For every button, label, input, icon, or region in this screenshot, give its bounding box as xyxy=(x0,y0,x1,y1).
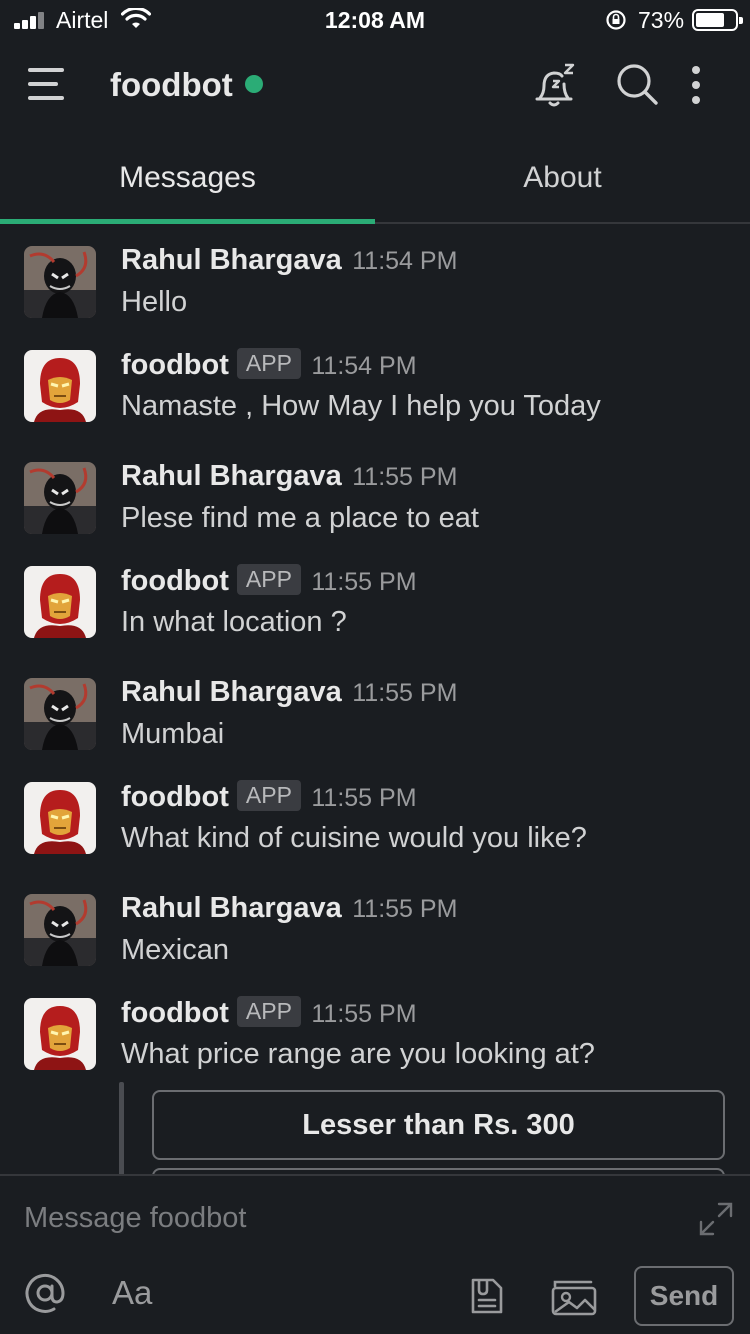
message-text: What kind of cuisine would you like? xyxy=(121,822,587,854)
message-text: What price range are you looking at? xyxy=(121,1038,595,1070)
message-meta: Rahul Bhargava 11:55 PM xyxy=(121,676,457,716)
message-time: 11:54 PM xyxy=(311,352,417,380)
snooze-bell-icon[interactable] xyxy=(530,60,580,110)
send-button[interactable]: Send xyxy=(634,1266,734,1326)
message-item: Rahul Bhargava 11:55 PM Mumbai xyxy=(0,658,750,758)
at-mention-icon[interactable] xyxy=(24,1272,66,1314)
message-time: 11:55 PM xyxy=(352,895,458,923)
file-icon[interactable] xyxy=(467,1276,505,1316)
message-item: foodbot APP 11:54 PM Namaste , How May I … xyxy=(0,330,750,430)
message-meta: foodbot APP 11:55 PM xyxy=(121,564,417,604)
message-time: 11:55 PM xyxy=(311,1000,417,1028)
message-input[interactable]: Message foodbot xyxy=(24,1202,246,1235)
message-list[interactable]: Rahul Bhargava 11:54 PM Hello foodbot APP… xyxy=(0,226,750,1174)
message-meta: foodbot APP 11:54 PM xyxy=(121,348,417,388)
app-badge: APP xyxy=(236,996,301,1027)
user-avatar[interactable] xyxy=(24,894,96,966)
message-time: 11:55 PM xyxy=(352,463,458,491)
message-time: 11:54 PM xyxy=(352,247,458,275)
rotation-lock-icon xyxy=(606,10,626,30)
user-avatar[interactable] xyxy=(24,462,96,534)
sender-name[interactable]: foodbot xyxy=(121,349,229,381)
search-icon[interactable] xyxy=(613,60,663,110)
message-item: foodbot APP 11:55 PM What kind of cuisine… xyxy=(0,762,750,862)
message-text: Namaste , How May I help you Today xyxy=(121,390,601,422)
message-meta: Rahul Bhargava 11:54 PM xyxy=(121,244,457,284)
status-bar: Airtel 12:08 AM 73% xyxy=(0,0,750,40)
bot-avatar[interactable] xyxy=(24,566,96,638)
format-text-icon[interactable]: Aa xyxy=(112,1274,152,1312)
message-item: Rahul Bhargava 11:55 PM Plese find me a … xyxy=(0,442,750,542)
user-avatar[interactable] xyxy=(24,246,96,318)
message-composer: Message foodbot Aa Send xyxy=(0,1174,750,1334)
battery-percent: 73% xyxy=(638,7,685,33)
channel-title-text: foodbot xyxy=(110,66,233,103)
more-vertical-icon[interactable] xyxy=(686,60,706,110)
message-time: 11:55 PM xyxy=(311,784,417,812)
bot-avatar[interactable] xyxy=(24,782,96,854)
message-text: Plese find me a place to eat xyxy=(121,502,479,534)
image-icon[interactable] xyxy=(549,1278,599,1316)
presence-indicator xyxy=(244,75,263,93)
option-button-lesser-than-300[interactable]: Lesser than Rs. 300 xyxy=(152,1090,725,1160)
tab-bar: Messages About xyxy=(0,132,750,224)
sender-name[interactable]: foodbot xyxy=(121,565,229,597)
sender-name[interactable]: Rahul Bhargava xyxy=(121,460,342,492)
message-meta: foodbot APP 11:55 PM xyxy=(121,780,417,820)
chat-screen: Airtel 12:08 AM 73% foodbot Messages Abo… xyxy=(0,0,750,1334)
app-badge: APP xyxy=(236,780,301,811)
sender-name[interactable]: Rahul Bhargava xyxy=(121,676,342,708)
expand-icon[interactable] xyxy=(697,1200,735,1238)
channel-header: foodbot xyxy=(0,40,750,132)
menu-icon[interactable] xyxy=(28,68,68,102)
message-item: Rahul Bhargava 11:54 PM Hello xyxy=(0,226,750,326)
tab-about[interactable]: About xyxy=(375,132,750,224)
sender-name[interactable]: Rahul Bhargava xyxy=(121,892,342,924)
bot-avatar[interactable] xyxy=(24,998,96,1070)
app-badge: APP xyxy=(236,348,301,379)
message-item: foodbot APP 11:55 PM In what location ? xyxy=(0,546,750,646)
message-item: Rahul Bhargava 11:55 PM Mexican xyxy=(0,874,750,974)
message-item: foodbot APP 11:55 PM What price range are… xyxy=(0,978,750,1078)
message-meta: foodbot APP 11:55 PM xyxy=(121,996,417,1036)
message-time: 11:55 PM xyxy=(311,568,417,596)
message-text: Mexican xyxy=(121,934,229,966)
message-time: 11:55 PM xyxy=(352,679,458,707)
bot-avatar[interactable] xyxy=(24,350,96,422)
sender-name[interactable]: foodbot xyxy=(121,781,229,813)
tab-messages[interactable]: Messages xyxy=(0,132,375,224)
active-tab-indicator xyxy=(0,219,375,224)
sender-name[interactable]: Rahul Bhargava xyxy=(121,244,342,276)
message-meta: Rahul Bhargava 11:55 PM xyxy=(121,892,457,932)
battery-icon xyxy=(692,9,743,31)
user-avatar[interactable] xyxy=(24,678,96,750)
sender-name[interactable]: foodbot xyxy=(121,997,229,1029)
message-text: Hello xyxy=(121,286,188,318)
message-text: In what location ? xyxy=(121,606,347,638)
message-text: Mumbai xyxy=(121,718,225,750)
message-meta: Rahul Bhargava 11:55 PM xyxy=(121,460,457,500)
attachment-bar xyxy=(119,1082,124,1174)
app-badge: APP xyxy=(236,564,301,595)
channel-title[interactable]: foodbot xyxy=(110,66,263,104)
